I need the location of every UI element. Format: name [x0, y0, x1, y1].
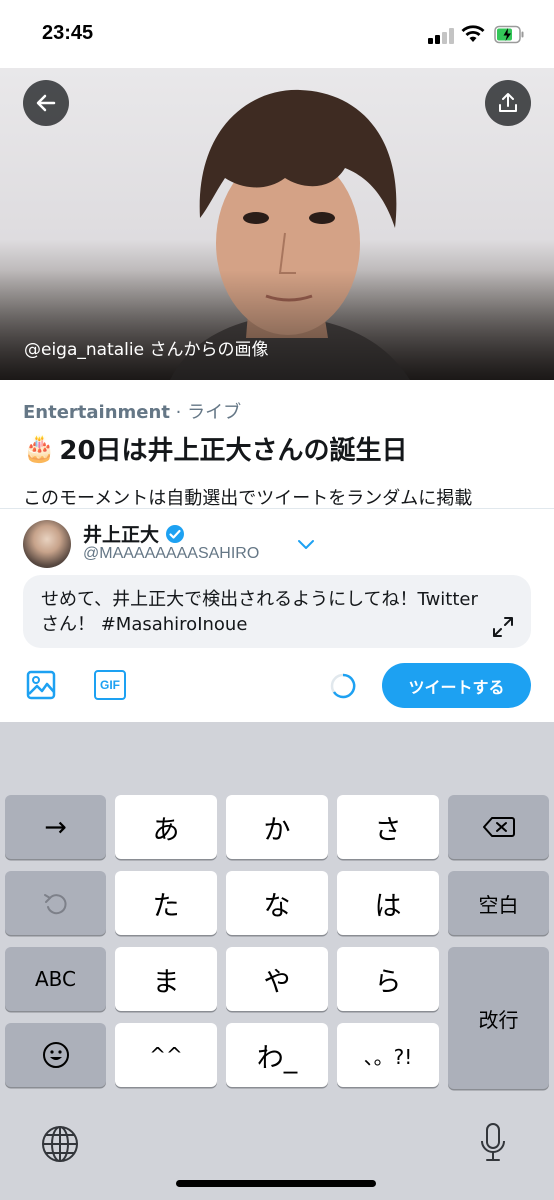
image-icon[interactable]: [26, 670, 56, 700]
key-ha[interactable]: は: [337, 871, 439, 935]
key-a[interactable]: あ: [115, 795, 217, 859]
image-credit: @eiga_natalie さんからの画像: [24, 340, 269, 360]
key-sa[interactable]: さ: [337, 795, 439, 859]
moment-meta: Entertainment · ライブ: [23, 398, 241, 424]
key-wa[interactable]: わ_: [226, 1023, 328, 1087]
status-time: 23:45: [42, 22, 94, 44]
home-indicator[interactable]: [176, 1180, 376, 1187]
key-emoji[interactable]: [5, 1023, 106, 1087]
wifi-icon: [461, 25, 485, 42]
key-punctuation[interactable]: 、。?!: [337, 1023, 439, 1087]
emoji-icon: [42, 1042, 69, 1068]
moment-description: このモーメントは自動選出でツイートをランダムに掲載: [23, 488, 473, 509]
tweet-input[interactable]: せめて、井上正大で検出されるようにしてね！Twitterさん！ #Masahir…: [23, 575, 531, 648]
tweet-text[interactable]: せめて、井上正大で検出されるようにしてね！Twitterさん！ #Masahir…: [41, 587, 481, 637]
meta-separator: ·: [169, 402, 188, 423]
moment-title-text: 20日は井上正大さんの誕生日: [59, 436, 408, 466]
birthday-cake-icon: 🎂: [23, 433, 56, 464]
tweet-button[interactable]: ツイートする: [382, 663, 531, 708]
share-icon: [499, 93, 517, 112]
key-delete[interactable]: [448, 795, 549, 859]
back-button[interactable]: [23, 80, 69, 126]
key-next-arrow[interactable]: →: [5, 795, 106, 859]
expand-icon[interactable]: [491, 615, 515, 639]
user-name-text: 井上正大: [83, 524, 160, 546]
moment-cover-image: @eiga_natalie さんからの画像: [0, 68, 554, 380]
battery-icon: [494, 25, 524, 44]
key-na[interactable]: な: [226, 871, 328, 935]
key-ya[interactable]: や: [226, 947, 328, 1011]
divider: [0, 508, 554, 509]
moment-state: ライブ: [187, 402, 242, 423]
key-ka[interactable]: か: [226, 795, 328, 859]
character-count-ring-icon: [330, 673, 356, 699]
status-bar: 23:45: [0, 0, 554, 68]
moment-title: 🎂 20日は井上正大さんの誕生日: [23, 430, 408, 467]
delete-icon: [482, 817, 515, 837]
gif-button[interactable]: GIF: [94, 670, 126, 700]
microphone-icon[interactable]: [478, 1122, 508, 1164]
key-return[interactable]: 改行: [448, 947, 549, 1089]
moment-category[interactable]: Entertainment: [23, 402, 170, 423]
undo-icon: [43, 894, 67, 915]
chevron-down-icon[interactable]: [296, 536, 316, 552]
arrow-left-icon: [36, 94, 56, 112]
share-button[interactable]: [485, 80, 531, 126]
avatar[interactable]: [23, 520, 71, 568]
user-name: 井上正大: [83, 520, 185, 547]
key-ma[interactable]: ま: [115, 947, 217, 1011]
key-caret[interactable]: ^^: [115, 1023, 217, 1087]
cellular-signal-icon: [428, 28, 454, 44]
verified-badge-icon: [166, 524, 185, 543]
key-undo[interactable]: [5, 871, 106, 935]
key-ta[interactable]: た: [115, 871, 217, 935]
user-handle: @MAAAAAAAASAHIRO: [83, 545, 260, 562]
hero-gradient: [0, 270, 554, 380]
key-space[interactable]: 空白: [448, 871, 549, 935]
key-abc[interactable]: ABC: [5, 947, 106, 1011]
japanese-kana-keyboard: → あ か さ た な は 空白 ABC ま や ら 改行 ^^ わ_ 、。?!: [0, 722, 554, 1200]
globe-icon[interactable]: [40, 1124, 80, 1164]
key-ra[interactable]: ら: [337, 947, 439, 1011]
